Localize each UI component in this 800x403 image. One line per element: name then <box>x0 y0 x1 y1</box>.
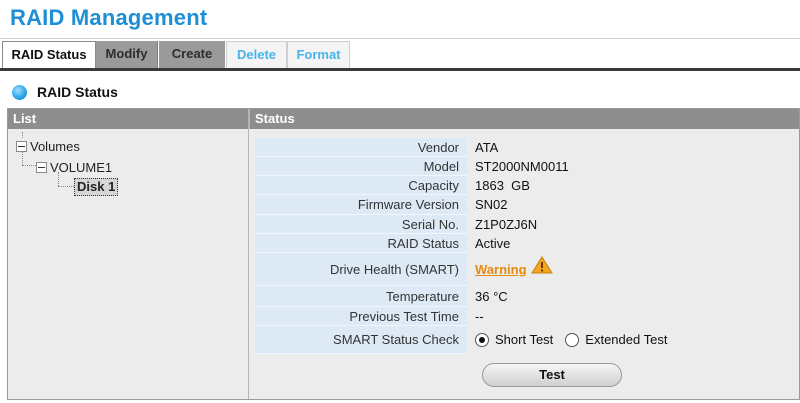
extended-test-label: Extended Test <box>585 332 668 347</box>
tab-bar: RAID Status Modify Create Delete Format <box>0 38 800 71</box>
tab-format[interactable]: Format <box>287 41 350 69</box>
short-test-label: Short Test <box>495 332 554 347</box>
disk-label: Disk 1 <box>74 178 119 196</box>
detail-label: SMART Status Check <box>255 326 467 354</box>
detail-row-raid-status: RAID Status Active <box>255 234 795 253</box>
detail-value: -- <box>475 309 484 324</box>
detail-value: SN02 <box>475 197 508 212</box>
short-test-option[interactable]: Short Test <box>475 326 553 354</box>
test-button[interactable]: Test <box>482 363 622 387</box>
section-title: RAID Status <box>37 84 118 100</box>
short-test-radio[interactable] <box>475 333 489 347</box>
tree-node-disk1[interactable]: Disk 1 <box>74 178 119 196</box>
detail-value: ST2000NM0011 <box>475 159 569 174</box>
detail-label: Model <box>255 157 467 176</box>
detail-row-capacity: Capacity 1863 GB <box>255 176 795 195</box>
detail-value: Z1P0ZJ6N <box>475 217 538 232</box>
warning-triangle-icon <box>530 253 553 286</box>
status-column-header: Status <box>249 109 799 129</box>
tab-modify[interactable]: Modify <box>96 41 158 69</box>
blue-orb-icon <box>12 84 27 100</box>
extended-test-radio[interactable] <box>565 333 580 347</box>
detail-row-temperature: Temperature 36 °C <box>255 286 795 307</box>
raid-status-panel: List Status Volumes VOLUME1 Disk 1 Vendo… <box>7 108 800 400</box>
detail-row-firmware: Firmware Version SN02 <box>255 195 795 215</box>
warning-link[interactable]: Warning <box>475 253 527 286</box>
smart-test-radio-group: Short Test Extended Test <box>475 326 679 354</box>
detail-label: Previous Test Time <box>255 307 467 326</box>
detail-label: Temperature <box>255 286 467 307</box>
tab-bar-top-border <box>0 38 800 39</box>
detail-value: Warning <box>467 253 795 286</box>
tree-connector <box>22 151 23 165</box>
detail-label: Vendor <box>255 138 467 157</box>
detail-row-previous-test: Previous Test Time -- <box>255 307 795 326</box>
tree-node-label: Volumes <box>30 139 80 154</box>
detail-value: Short Test Extended Test <box>467 326 795 354</box>
tree-node-volumes[interactable]: Volumes <box>16 138 80 156</box>
detail-value: 36 °C <box>475 289 508 304</box>
detail-row-smart-check: SMART Status Check Short Test Extended T… <box>255 326 795 354</box>
detail-row-model: Model ST2000NM0011 <box>255 157 795 176</box>
detail-row-vendor: Vendor ATA <box>255 138 795 157</box>
tree-connector <box>22 165 36 166</box>
tree-node-volume1[interactable]: VOLUME1 <box>36 159 112 177</box>
section-header: RAID Status <box>12 82 118 102</box>
detail-label: Drive Health (SMART) <box>255 253 467 286</box>
detail-label: Serial No. <box>255 215 467 234</box>
detail-label: Firmware Version <box>255 195 467 215</box>
detail-row-drive-health: Drive Health (SMART) Warning <box>255 253 795 286</box>
tab-delete[interactable]: Delete <box>226 41 287 69</box>
tab-bar-underline <box>0 68 800 71</box>
detail-label: RAID Status <box>255 234 467 253</box>
detail-row-serial: Serial No. Z1P0ZJ6N <box>255 215 795 234</box>
tree-connector <box>58 172 59 186</box>
page-title: RAID Management <box>10 5 208 30</box>
detail-value: ATA <box>475 140 499 155</box>
detail-label: Capacity <box>255 176 467 195</box>
tree-node-label: VOLUME1 <box>50 160 113 175</box>
detail-value: 1863 GB <box>475 178 530 193</box>
tab-create[interactable]: Create <box>159 41 225 69</box>
collapse-icon[interactable] <box>36 162 47 174</box>
detail-value: Active <box>475 236 511 251</box>
column-divider <box>248 109 249 399</box>
list-column-header: List <box>8 109 248 129</box>
extended-test-option[interactable]: Extended Test <box>565 326 667 354</box>
tree-connector <box>58 186 74 187</box>
tab-raid-status[interactable]: RAID Status <box>2 41 96 69</box>
